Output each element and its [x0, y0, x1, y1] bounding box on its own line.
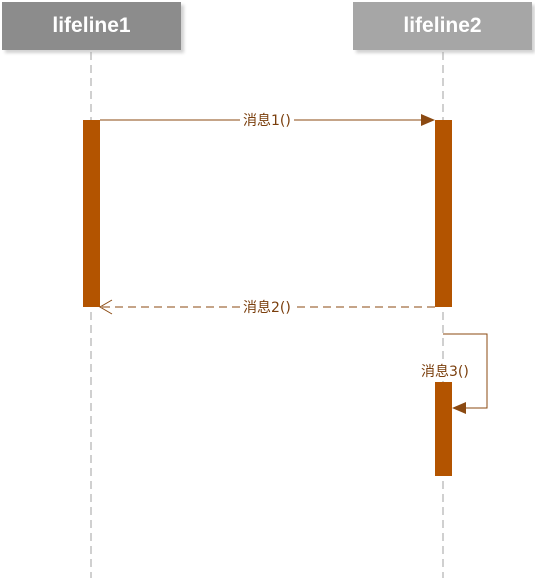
sequence-diagram: 消息1() 消息2() 消息3()	[83, 52, 488, 578]
message-2-label: 消息2()	[243, 299, 291, 316]
activation-bar-lifeline2-b[interactable]	[435, 382, 452, 476]
message-3[interactable]: 消息3()	[418, 333, 488, 414]
message-3-arrowhead	[452, 402, 466, 414]
activation-bar-lifeline1[interactable]	[83, 120, 100, 307]
activation-bar-lifeline2-a[interactable]	[435, 120, 452, 307]
message-2[interactable]: 消息2()	[99, 297, 435, 317]
message-1-arrowhead	[421, 114, 435, 126]
message-3-label: 消息3()	[421, 363, 469, 380]
message-1[interactable]: 消息1()	[100, 110, 435, 130]
message-1-label: 消息1()	[243, 112, 291, 129]
